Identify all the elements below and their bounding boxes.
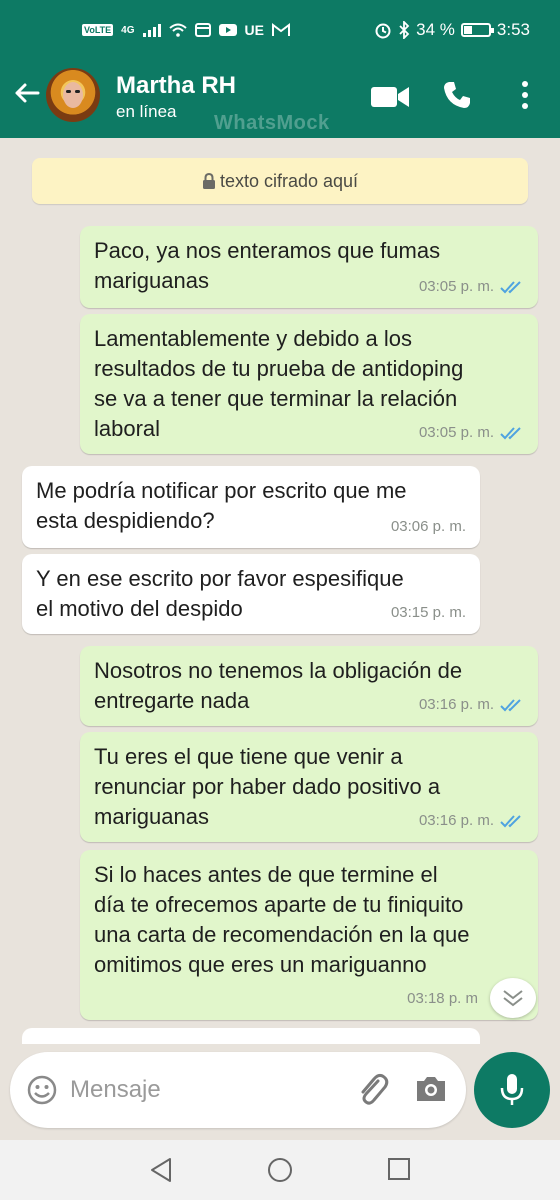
message-time: 03:18 p. m [407,990,478,1007]
message-meta: 03:06 p. m. [391,512,466,542]
bluetooth-icon [399,21,410,39]
microphone-button[interactable] [474,1052,550,1128]
camera-icon[interactable] [414,1074,448,1104]
message-placeholder: Mensaje [70,1076,161,1103]
lock-icon [202,172,215,189]
signal-icon [142,24,161,37]
chevron-double-down-icon [503,990,523,1007]
contact-name[interactable]: Martha RH [116,72,236,100]
encryption-text: texto cifrado aquí [219,171,359,191]
chat-area[interactable]: texto cifrado aquí Paco, ya nos enteramo… [0,138,560,1044]
gmail-icon [271,23,290,36]
message-time: 03:16 p. m. [418,812,494,829]
message-bubble-outgoing[interactable]: Lamentablemente y debido a los resultado… [80,314,538,454]
message-meta: 03:16 p. m. [419,690,524,720]
message-time: 03:16 p. m. [418,696,494,713]
wifi-icon [168,23,187,37]
status-bar-right: 34 % 3:53 [374,20,530,40]
message-bubble-incoming-partial[interactable] [22,1028,480,1044]
paperclip-icon[interactable] [356,1072,390,1108]
double-check-icon [500,427,521,440]
youtube-icon [218,24,237,36]
alarm-icon [375,23,391,39]
microphone-icon [500,1074,524,1105]
message-text: Si lo haces antes de que termine el día … [94,862,470,977]
message-meta: 03:18 p. m [407,984,478,1014]
message-time: 03:05 p. m. [418,424,494,441]
watermark: WhatsMock [214,112,330,134]
double-check-icon [500,815,521,828]
carrier-text: UE [244,22,264,38]
message-time: 03:15 p. m. [390,604,466,621]
encryption-notice: texto cifrado aquí [32,158,528,204]
more-vertical-icon[interactable] [520,80,530,110]
message-bubble-outgoing[interactable]: Nosotros no tenemos la obligación de ent… [80,646,538,726]
message-time: 03:06 p. m. [390,518,466,535]
message-bubble-outgoing[interactable]: Si lo haces antes de que termine el día … [80,850,538,1020]
clock: 3:53 [496,20,530,39]
system-nav-bar [0,1140,560,1200]
status-bar: VoLTE 4G UE 34 % 3:53 [0,0,560,64]
message-meta: 03:05 p. m. [419,272,524,302]
scroll-to-bottom-button[interactable] [490,978,536,1018]
chat-header: Martha RH en línea WhatsMock [0,64,560,138]
message-bubble-incoming[interactable]: Y en ese escrito por favor espesifique e… [22,554,480,634]
message-input[interactable]: Mensaje [10,1052,466,1128]
battery-percentage: 34 % [416,20,455,39]
contact-status: en línea [116,102,177,121]
input-bar: Mensaje [0,1044,560,1140]
message-meta: 03:05 p. m. [419,418,524,448]
circle-home-icon[interactable] [266,1156,294,1184]
triangle-back-icon[interactable] [148,1156,174,1184]
volte-indicator: VoLTE [82,24,114,36]
message-meta: 03:15 p. m. [391,598,466,628]
message-bubble-outgoing[interactable]: Paco, ya nos enteramos que fumas marigua… [80,226,538,308]
phone-icon[interactable] [442,80,472,110]
battery-icon [460,23,494,37]
message-bubble-incoming[interactable]: Me podría notificar por escrito que me e… [22,466,480,548]
video-camera-icon[interactable] [370,84,410,110]
status-bar-left: VoLTE 4G UE [82,22,290,38]
emoji-icon[interactable] [26,1074,58,1106]
double-check-icon [500,281,521,294]
notification-app-icon [194,23,211,37]
message-meta: 03:16 p. m. [419,806,524,836]
avatar[interactable] [46,68,100,122]
network-type: 4G [121,24,135,36]
message-time: 03:05 p. m. [418,278,494,295]
double-check-icon [500,699,521,712]
message-bubble-outgoing[interactable]: Tu eres el que tiene que venir a renunci… [80,732,538,842]
arrow-left-icon[interactable] [12,78,42,108]
square-recent-icon[interactable] [386,1156,412,1182]
